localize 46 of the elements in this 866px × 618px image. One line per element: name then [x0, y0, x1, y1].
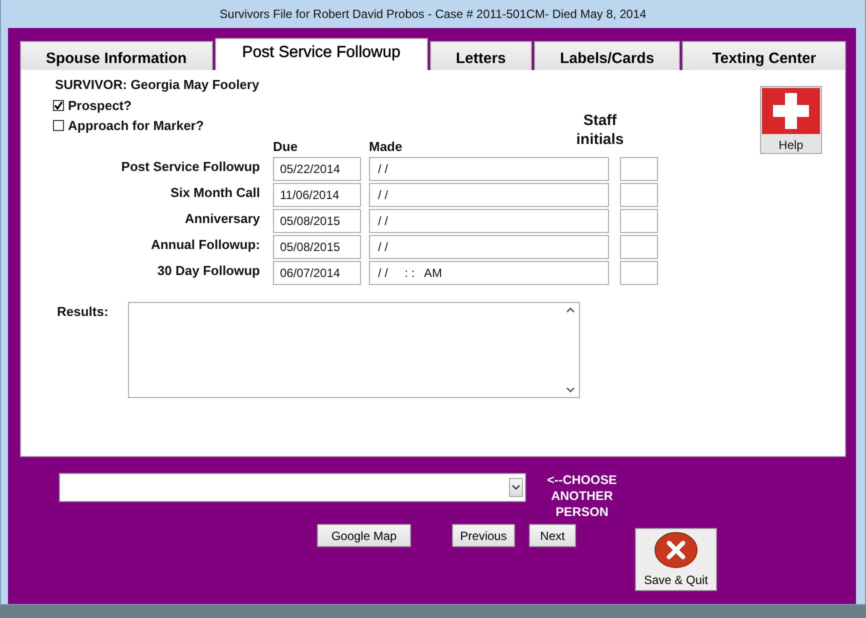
date-field[interactable]: / /	[369, 183, 609, 207]
date-field[interactable]: / /	[369, 235, 609, 259]
initials-field[interactable]	[620, 209, 658, 233]
results-label: Results:	[57, 304, 110, 321]
help-button[interactable]: Help	[760, 86, 822, 154]
survivor-name: SURVIVOR: Georgia May Foolery	[55, 77, 260, 94]
initials-field[interactable]	[620, 157, 658, 181]
row-label: Six Month Call	[169, 185, 260, 200]
dropdown-hint: <--CHOOSE ANOTHER PERSON	[546, 472, 618, 520]
results-field[interactable]	[128, 302, 580, 398]
scroll-up-icon[interactable]	[566, 307, 575, 313]
initials-field[interactable]	[620, 183, 658, 207]
checkbox-label: Approach for Marker?	[68, 118, 204, 132]
date-field[interactable]: 05/08/2015	[273, 209, 361, 233]
tab[interactable]: Post Service Followup	[214, 38, 428, 70]
row-label: Annual Followup:	[150, 237, 260, 252]
column-header: Made	[369, 139, 404, 155]
tab[interactable]: Letters	[430, 41, 532, 70]
initials-field[interactable]	[620, 235, 658, 259]
date-field[interactable]: 05/22/2014	[273, 157, 361, 181]
checkbox-label: Prospect?	[68, 98, 132, 112]
row-label: 30 Day Followup	[156, 263, 260, 278]
checkbox[interactable]	[53, 100, 64, 110]
nav-button[interactable]: Google Map	[317, 524, 411, 547]
scroll-down-icon[interactable]	[566, 387, 575, 393]
date-field[interactable]: / /	[369, 157, 609, 181]
initials-field[interactable]	[620, 261, 658, 285]
checkbox[interactable]	[53, 120, 64, 130]
tab[interactable]: Spouse Information	[20, 41, 213, 70]
column-header: Staff initials	[575, 111, 625, 149]
column-header: Due	[273, 139, 299, 155]
date-field[interactable]: 05/08/2015	[273, 235, 361, 259]
nav-button[interactable]: Previous	[452, 524, 515, 547]
window-title: Survivors File for Robert David Probos - Case # 2011-501CM- Died May 8, 2014	[218, 6, 648, 23]
nav-button[interactable]: Next	[529, 524, 576, 547]
row-label: Post Service Followup	[120, 159, 260, 174]
date-field[interactable]: / / : : AM	[369, 261, 609, 285]
date-field[interactable]: 06/07/2014	[273, 261, 361, 285]
tab[interactable]: Texting Center	[682, 41, 846, 70]
date-field[interactable]: 11/06/2014	[273, 183, 361, 207]
tab[interactable]: Labels/Cards	[534, 41, 680, 70]
row-label: Anniversary	[184, 211, 260, 226]
close-icon	[654, 531, 698, 569]
date-field[interactable]: / /	[369, 209, 609, 233]
first-aid-cross-icon	[762, 88, 820, 134]
save-quit-button[interactable]: Save & Quit	[635, 528, 717, 591]
